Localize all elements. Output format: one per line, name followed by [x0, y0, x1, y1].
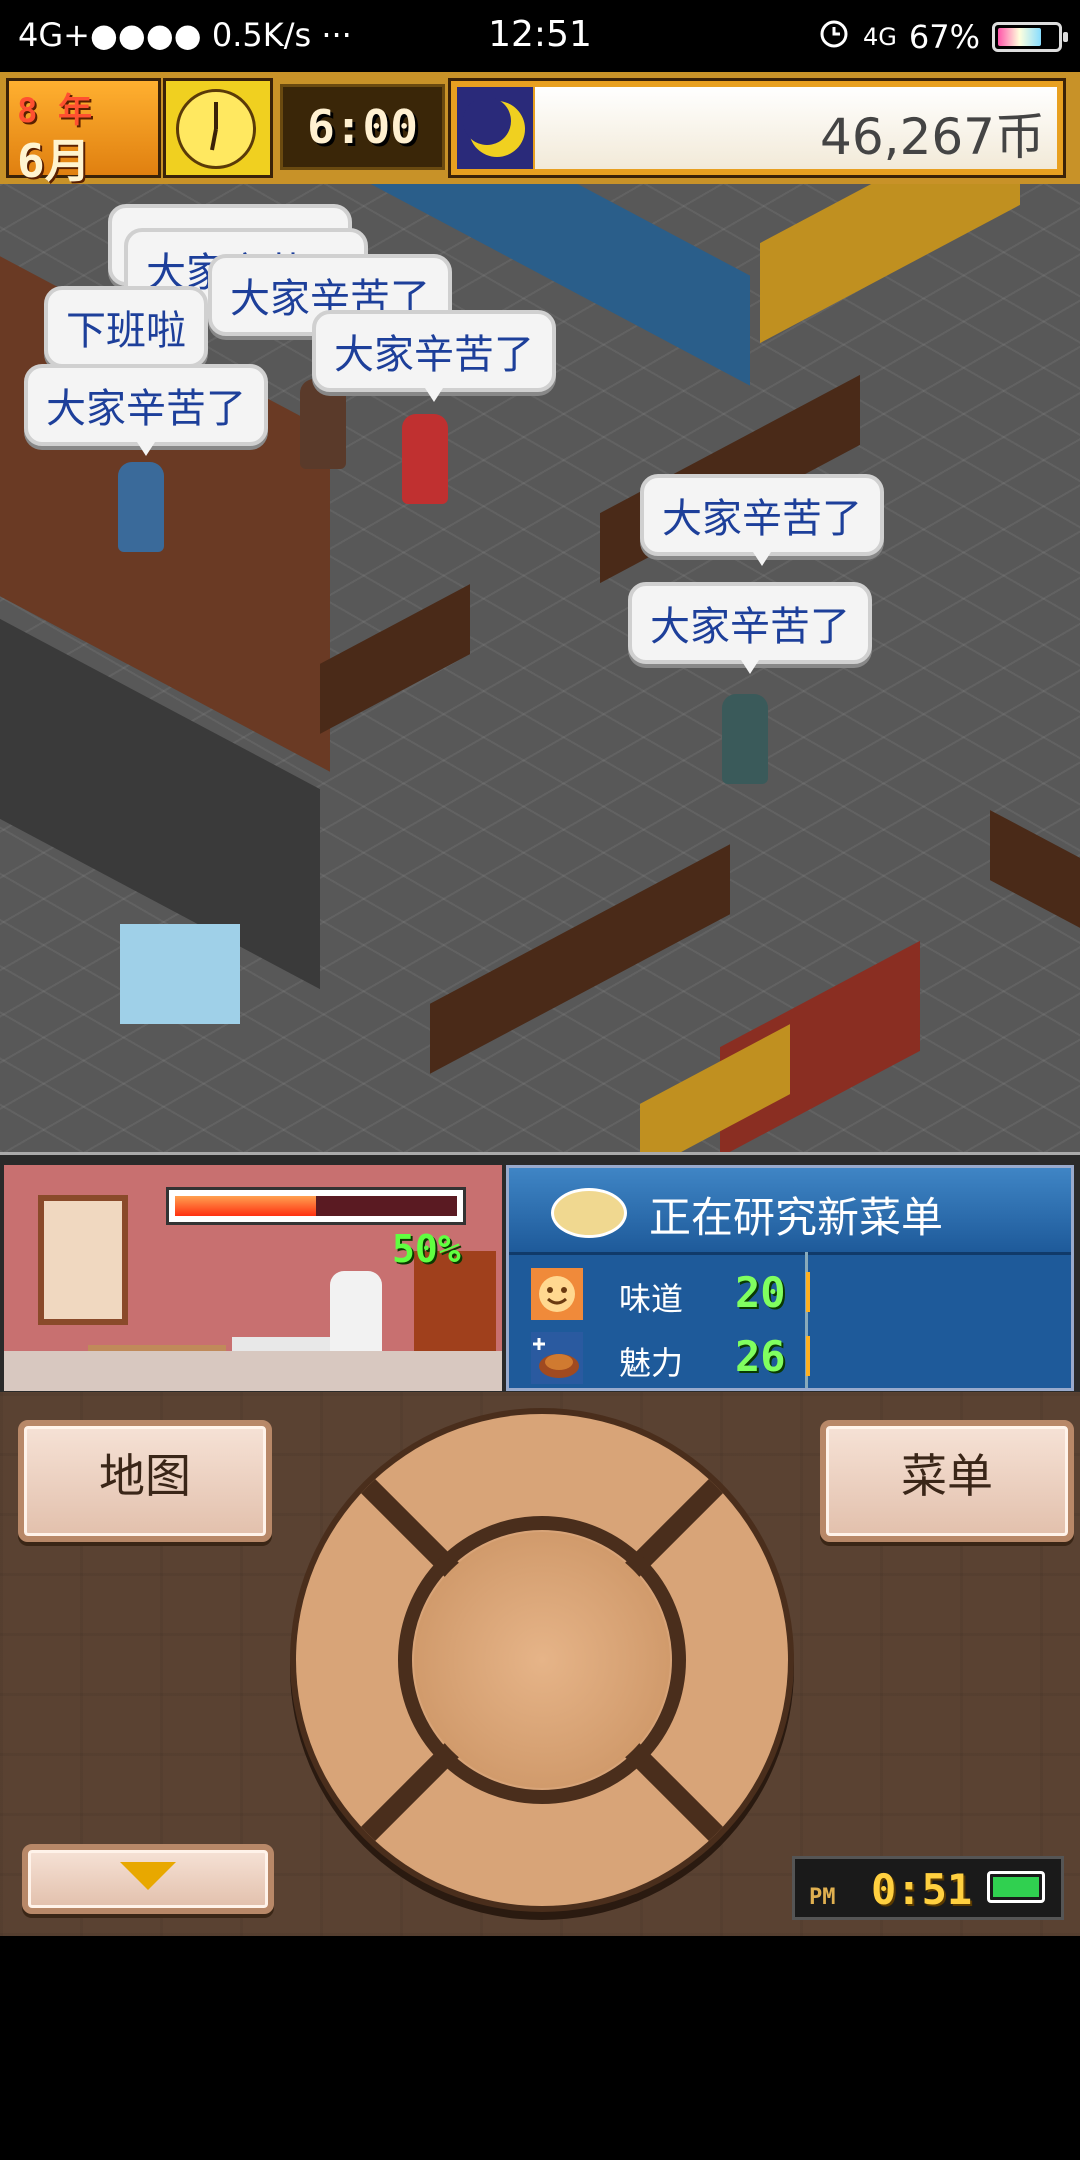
dpad-up[interactable] [487, 1414, 597, 1524]
research-progress-bar [166, 1187, 466, 1225]
network-type-indicator: 4G [863, 23, 897, 51]
progress-track [175, 1196, 457, 1216]
stat-row-taste: 味道 20 [509, 1262, 1071, 1326]
entrance-window [120, 924, 240, 1024]
alarm-icon [817, 16, 851, 58]
staff-3[interactable] [118, 462, 164, 552]
money-panel: 46,267币 [448, 78, 1066, 178]
money-value: 46,267币 [820, 108, 1045, 166]
game-clock-time: 6:00 [280, 84, 445, 170]
moon-icon [457, 87, 533, 169]
status-bar: 4G+●●●● 0.5K/s ··· 12:51 4G 67% [0, 0, 1080, 72]
stat-label: 魅力 [619, 1344, 684, 1382]
menu-button[interactable]: 菜单 [820, 1420, 1074, 1542]
battery-fill [993, 1877, 1039, 1897]
month-value: 6 [17, 134, 45, 188]
research-progress-percent: 50% [392, 1227, 461, 1271]
staff-1[interactable] [300, 379, 346, 469]
dish-icon [551, 1188, 627, 1238]
directional-pad[interactable] [296, 1414, 788, 1906]
dpad-right[interactable] [678, 1605, 788, 1715]
game-time: 0:51 [871, 1865, 973, 1914]
bottom-bezel [0, 1936, 1080, 2160]
stat-value: 26 [735, 1332, 786, 1381]
game-hud: 8 年 6月 6:00 46,267币 [0, 72, 1080, 188]
money-display: 46,267币 [535, 87, 1057, 169]
taste-icon [531, 1268, 583, 1320]
status-right: 4G 67% [817, 16, 1068, 58]
stat-bar [806, 1272, 810, 1312]
clock-panel-top [163, 78, 273, 178]
month-label: 月 [44, 134, 91, 188]
control-area: 地图 菜单 PM 0:51 [0, 1392, 1080, 1936]
info-panel: 50% 正在研究新菜单 味道 20 魅力 26 [0, 1152, 1080, 1395]
speech-bubble: 大家辛苦了 [628, 582, 872, 664]
kitchen-view: 50% [4, 1165, 502, 1391]
stat-value: 20 [735, 1268, 786, 1317]
kitchen-window [38, 1195, 128, 1325]
dpad-center [414, 1532, 670, 1788]
map-button[interactable]: 地图 [18, 1420, 272, 1542]
research-title: 正在研究新菜单 [649, 1193, 944, 1242]
collapse-button[interactable] [22, 1844, 274, 1914]
research-header: 正在研究新菜单 [509, 1168, 1071, 1255]
date-panel: 8 年 6月 [6, 78, 161, 188]
battery-icon [992, 22, 1068, 52]
stat-row-charm: 魅力 26 [509, 1326, 1071, 1390]
battery-percent: 67% [908, 18, 980, 56]
clock-icon [176, 89, 256, 169]
battery-level [998, 28, 1041, 46]
restaurant-scene[interactable]: 大家辛苦了 大家辛苦了 大家辛苦了 下班啦 大家辛苦了 大家辛苦了 大家辛苦了 … [0, 184, 1080, 1152]
progress-fill [175, 1196, 316, 1216]
battery-icon [987, 1871, 1045, 1903]
stat-label: 味道 [619, 1280, 684, 1318]
game-clock-panel: PM 0:51 [792, 1856, 1064, 1920]
research-panel: 正在研究新菜单 味道 20 魅力 26 [506, 1165, 1074, 1391]
staff-2[interactable] [402, 414, 448, 504]
charm-icon [531, 1332, 583, 1384]
speech-bubble: 下班啦 [44, 286, 208, 368]
dpad-left[interactable] [296, 1605, 406, 1715]
ampm-label: PM [809, 1885, 836, 1910]
speech-bubble: 大家辛苦了 [312, 310, 556, 392]
month-display: 6月 [17, 125, 91, 191]
stat-bar [806, 1336, 810, 1376]
speech-bubble: 大家辛苦了 [640, 474, 884, 556]
kitchen-floor [4, 1351, 502, 1391]
dpad-down[interactable] [487, 1796, 597, 1906]
chevron-down-icon [120, 1862, 176, 1890]
staff-4[interactable] [722, 694, 768, 784]
speech-bubble: 大家辛苦了 [24, 364, 268, 446]
